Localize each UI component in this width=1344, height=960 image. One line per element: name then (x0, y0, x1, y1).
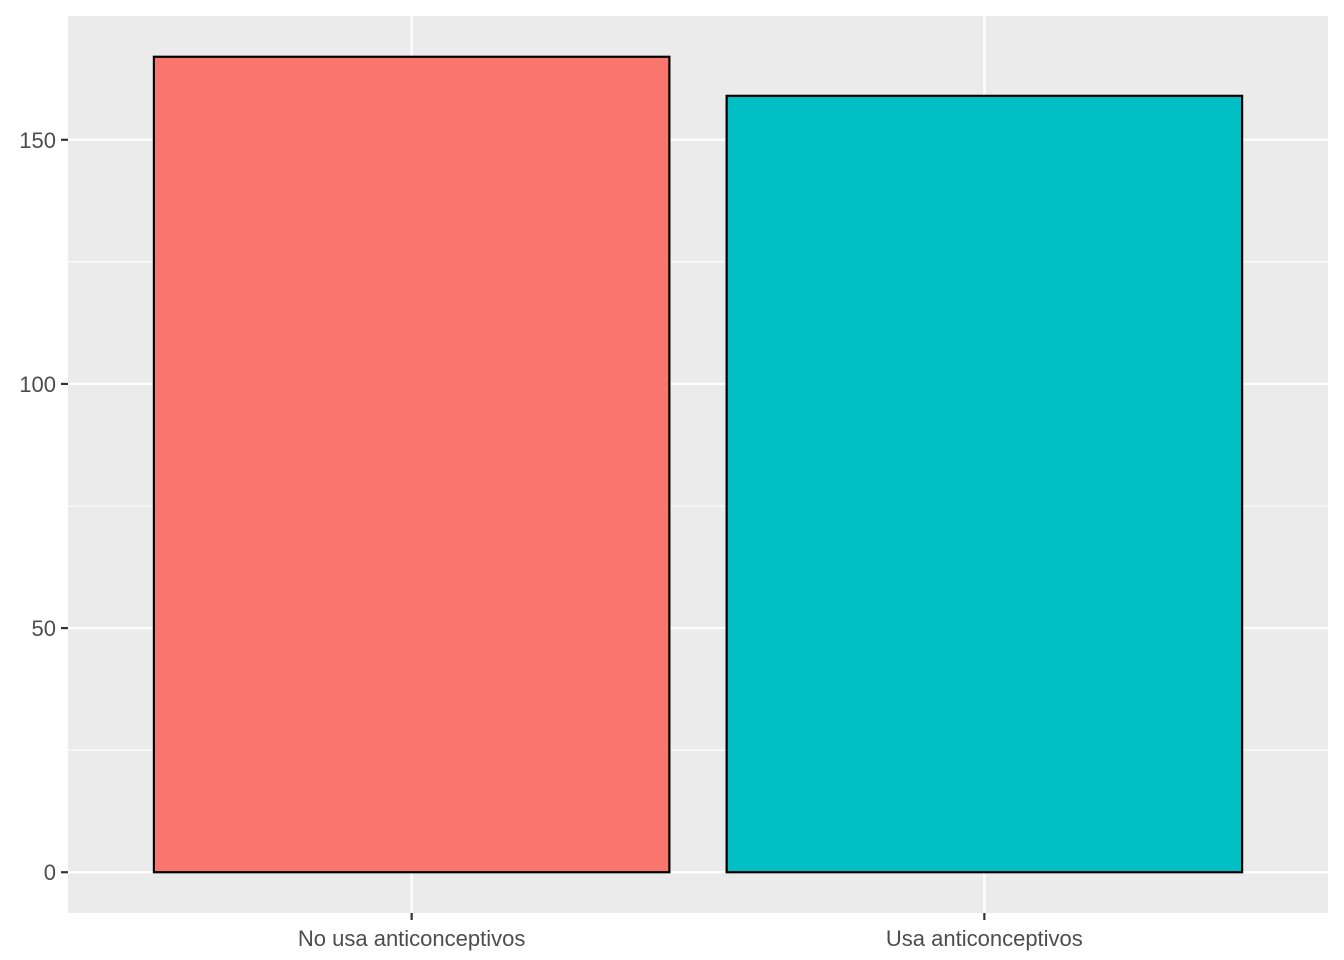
y-axis: 0 50 100 150 (19, 128, 68, 885)
x-tick-label: No usa anticonceptivos (298, 926, 525, 951)
y-tick-label: 100 (19, 372, 56, 397)
y-tick-label: 150 (19, 128, 56, 153)
bar-chart: 0 50 100 150 No usa anticonceptivos Usa anti… (19, 16, 1328, 951)
bar (152, 55, 671, 874)
x-axis: No usa anticonceptivos Usa anticonceptivo… (298, 913, 1083, 951)
y-tick-label: 50 (32, 616, 56, 641)
y-tick-label: 0 (44, 860, 56, 885)
x-tick-label: Usa anticonceptivos (886, 926, 1083, 951)
bar (725, 94, 1244, 874)
